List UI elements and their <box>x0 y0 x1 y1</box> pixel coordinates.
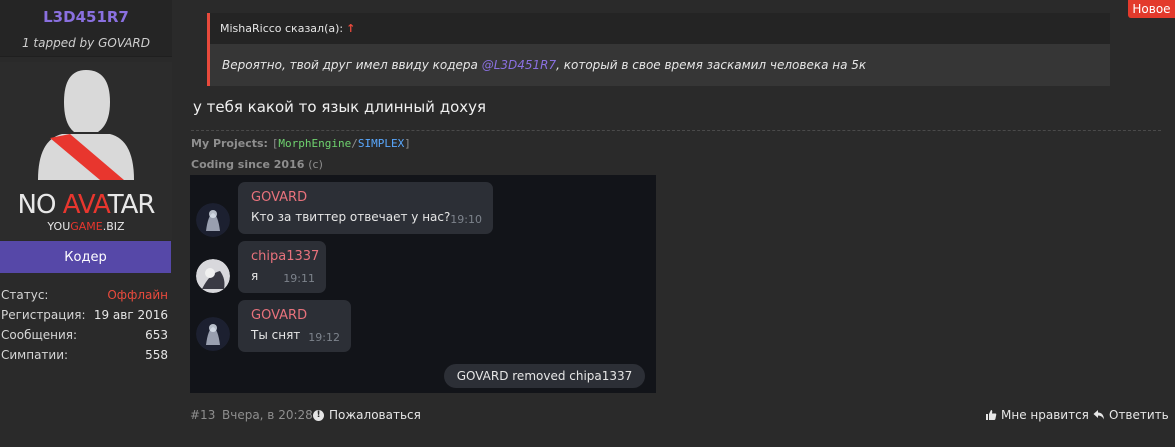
user-title: 1 tapped by GOVARD <box>21 36 150 50</box>
post-body-text: у тебя какой то язык длинный дохуя <box>193 98 487 116</box>
stat-registration: Регистрация: 19 авг 2016 <box>0 305 172 325</box>
project-link-morphengine[interactable]: MorphEngine <box>278 137 351 150</box>
project-link-simplex[interactable]: SIMPLEX <box>358 137 404 150</box>
stat-label: Симпатии: <box>1 348 69 362</box>
new-badge: Новое <box>1128 0 1175 18</box>
avatar-logo-subtext: YOUGAME.BIZ <box>47 220 125 233</box>
signature-coding-since: Coding since 2016 (c) <box>191 158 323 171</box>
report-icon: ! <box>313 409 324 421</box>
chat-service-message: GOVARD removed chipa1337 <box>444 364 645 388</box>
chat-sender: chipa1337 <box>251 249 320 264</box>
stat-label: Регистрация: <box>1 308 86 322</box>
quote-block: MishaRicco сказал(а): ↑ Вероятно, твой д… <box>207 13 1110 86</box>
chat-message: GOVARD Ты снят 19:12 <box>238 300 351 352</box>
username-box: L3D451R7 1 tapped by GOVARD <box>0 0 172 57</box>
user-mention-link[interactable]: @L3D451R7 <box>482 58 556 72</box>
stat-label: Статус: <box>1 288 49 302</box>
chat-message: GOVARD Кто за твиттер отвечает у нас? 19… <box>238 182 493 234</box>
stat-status: Статус: Оффлайн <box>0 285 172 305</box>
user-panel: L3D451R7 1 tapped by GOVARD NO AVATAR YO… <box>0 0 172 447</box>
username-link[interactable]: L3D451R7 <box>0 8 172 26</box>
chat-avatar <box>196 317 230 351</box>
quote-jump-arrow-icon[interactable]: ↑ <box>346 22 355 35</box>
stat-likes: Симпатии: 558 <box>0 345 172 365</box>
post-footer: #13 Вчера, в 20:28 ! Пожаловаться Мне нр… <box>190 408 1169 426</box>
rank-badge[interactable]: Кодер <box>0 241 171 273</box>
chat-avatar <box>196 203 230 237</box>
user-stats: Статус: Оффлайн Регистрация: 19 авг 2016… <box>0 285 172 365</box>
chat-avatar <box>196 259 230 293</box>
reply-arrow-icon <box>1093 410 1104 420</box>
chat-message: chipa1337 я 19:11 <box>238 241 326 293</box>
chat-text: Кто за твиттер отвечает у нас? <box>251 210 451 224</box>
chat-time: 19:11 <box>283 272 315 285</box>
like-label: Мне нравится <box>1001 408 1089 422</box>
like-button[interactable]: Мне нравится <box>985 408 1089 422</box>
chat-sender: GOVARD <box>251 190 308 205</box>
reply-button[interactable]: Ответить <box>1093 408 1169 422</box>
quote-text: Вероятно, твой друг имел ввиду кодера @L… <box>222 58 867 72</box>
signature-divider <box>191 130 1161 131</box>
post-number-link[interactable]: #13 <box>190 408 215 422</box>
avatar[interactable]: NO AVATAR YOUGAME.BIZ <box>0 62 172 240</box>
stat-messages: Сообщения: 653 <box>0 325 172 345</box>
stat-label: Сообщения: <box>1 328 78 342</box>
chat-screenshot[interactable]: GOVARD Кто за твиттер отвечает у нас? 19… <box>190 175 656 393</box>
chat-sender: GOVARD <box>251 308 308 323</box>
default-avatar-icon <box>38 70 134 180</box>
stat-value: Оффлайн <box>107 288 168 302</box>
chat-time: 19:10 <box>450 213 482 226</box>
report-button[interactable]: ! Пожаловаться <box>313 408 421 422</box>
stat-value: 19 авг 2016 <box>93 308 168 322</box>
stat-value: 558 <box>145 348 168 362</box>
reply-label: Ответить <box>1109 408 1169 422</box>
stat-value: 653 <box>145 328 168 342</box>
thumbs-up-icon <box>986 410 997 420</box>
post-date[interactable]: Вчера, в 20:28 <box>222 408 313 422</box>
signature-projects: My Projects: [MorphEngine/SIMPLEX] <box>191 137 411 150</box>
report-label: Пожаловаться <box>329 408 421 422</box>
quote-author: MishaRicco сказал(а): <box>220 22 344 35</box>
quote-header[interactable]: MishaRicco сказал(а): ↑ <box>210 13 1110 44</box>
chat-time: 19:12 <box>308 331 340 344</box>
avatar-logo-text: NO AVATAR <box>17 190 156 220</box>
